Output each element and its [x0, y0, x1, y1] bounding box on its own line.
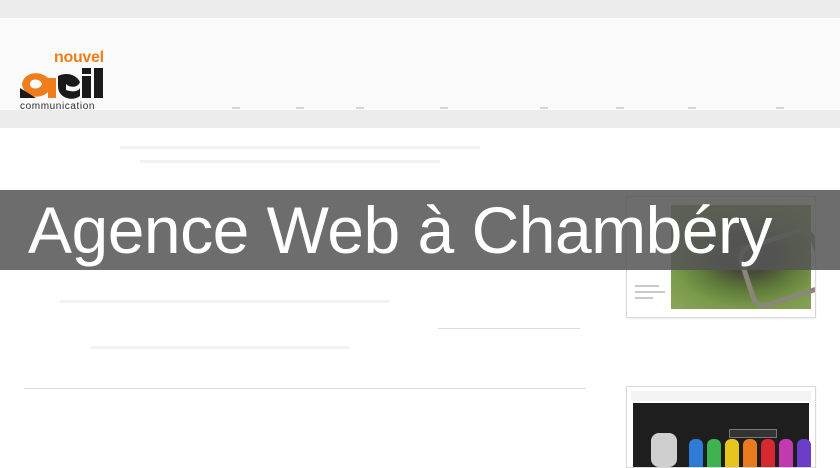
- nav-item[interactable]: [540, 107, 548, 109]
- nav-item[interactable]: [688, 107, 696, 109]
- nav-item[interactable]: [440, 107, 448, 109]
- logo-mark-icon: [20, 68, 103, 99]
- nav-item[interactable]: [232, 107, 240, 109]
- thumbnail-navbar: [631, 391, 811, 401]
- sub-band: [0, 110, 840, 128]
- divider: [438, 328, 580, 329]
- divider: [24, 388, 586, 389]
- content-placeholder: [60, 300, 390, 303]
- nav-item[interactable]: [356, 107, 364, 109]
- portfolio-thumbnail[interactable]: [626, 386, 816, 468]
- nav-item[interactable]: [296, 107, 304, 109]
- title-banner: Agence Web à Chambéry: [0, 190, 840, 270]
- content-placeholder: [90, 346, 350, 349]
- thumbnail-photo: [633, 403, 811, 467]
- content-placeholder: [140, 160, 440, 163]
- content-placeholder: [120, 146, 480, 149]
- nav-item[interactable]: [776, 107, 784, 109]
- nav-item[interactable]: [616, 107, 624, 109]
- page-title: Agence Web à Chambéry: [28, 193, 773, 267]
- site-header: nouvel communication: [0, 18, 840, 112]
- top-band: [0, 0, 840, 18]
- logo-top-word: nouvel: [54, 49, 104, 66]
- brand-logo[interactable]: nouvel communication: [18, 49, 118, 116]
